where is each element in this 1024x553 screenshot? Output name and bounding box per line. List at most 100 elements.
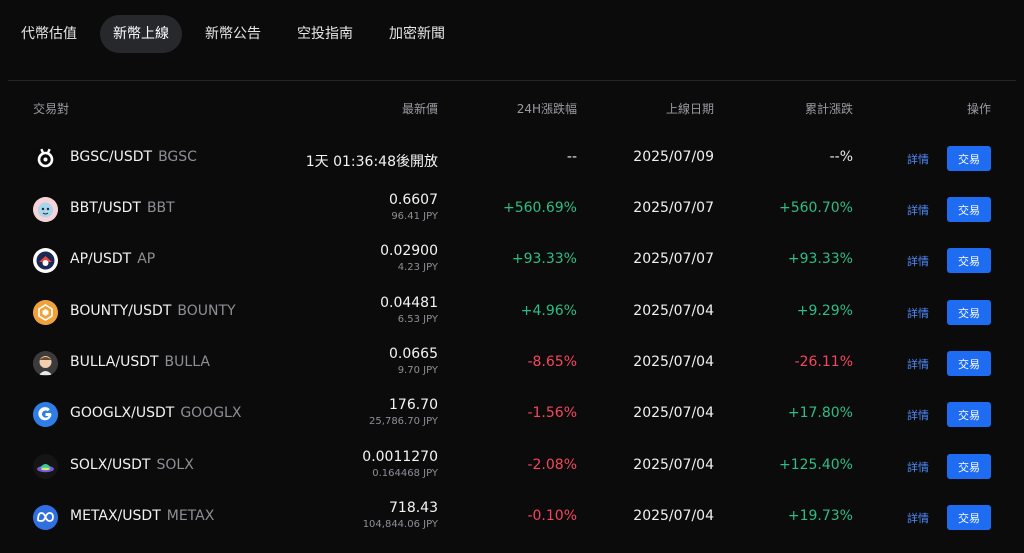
pair-name: GOOGLX/USDT [70,405,175,421]
listing-date: 2025/07/04 [633,405,714,421]
24h-change: +93.33% [511,251,577,267]
price-usdt: 0.0665 [389,346,438,362]
base-symbol: GOOGLX [180,405,242,421]
tab-crypto-news[interactable]: 加密新聞 [376,15,458,53]
table-row[interactable]: BBT/USDT BBT 0.6607 96.41 JPY +560.69% 20… [0,184,1024,235]
cumulative-change: +17.80% [787,405,853,421]
table-row[interactable]: GOOGLX/USDT GOOGLX 176.70 25,786.70 JPY -… [0,389,1024,440]
last-price: 0.6607 96.41 JPY [389,192,438,222]
table-row[interactable]: BGSC/USDT BGSC 1天 01:36:48後開放 -- 2025/07/… [0,133,1024,184]
price-jpy: 9.70 JPY [397,365,438,376]
price-usdt: 0.6607 [389,192,438,208]
solx-icon [33,454,58,479]
bounty-icon [33,300,58,325]
price-jpy: 6.53 JPY [397,314,438,325]
table-header: 交易對 最新價 24H漲跌幅 上線日期 累計漲跌 操作 [0,100,1024,116]
table-row[interactable]: METAX/USDT METAX 718.43 104,844.06 JPY -0… [0,492,1024,543]
details-link[interactable]: 詳情 [907,356,929,372]
table-row[interactable]: BULLA/USDT BULLA 0.0665 9.70 JPY -8.65% 2… [0,338,1024,389]
last-price: 0.02900 4.23 JPY [380,243,438,273]
cumulative-change: +560.70% [778,200,853,216]
pair-name: BBT/USDT [70,200,141,216]
tab-token-valuation[interactable]: 代幣估值 [8,15,90,53]
24h-change: -- [566,149,577,165]
listing-date: 2025/07/07 [633,251,714,267]
last-price: 1天 01:36:48後開放 [306,151,438,171]
header-action: 操作 [966,102,991,116]
price-jpy: 25,786.70 JPY [369,416,438,427]
details-link[interactable]: 詳情 [907,407,929,423]
base-symbol: SOLX [156,457,194,473]
details-link[interactable]: 詳情 [907,510,929,526]
pair-name: METAX/USDT [70,508,161,524]
table-row[interactable]: SOLX/USDT SOLX 0.0011270 0.164468 JPY -2.… [0,441,1024,492]
24h-change: +560.69% [502,200,577,216]
bbt-icon [33,197,58,222]
price-usdt: 0.02900 [380,243,438,259]
base-symbol: BULLA [164,354,210,370]
category-tabs: 代幣估值 新幣上線 新幣公告 空投指南 加密新聞 [8,15,468,53]
price-jpy: 104,844.06 JPY [362,519,438,530]
googlx-icon [33,402,58,427]
listing-date: 2025/07/04 [633,303,714,319]
table-row[interactable]: BOUNTY/USDT BOUNTY 0.04481 6.53 JPY +4.96… [0,287,1024,338]
trade-button[interactable]: 交易 [947,197,991,222]
trade-button[interactable]: 交易 [947,300,991,325]
bgsc-icon [33,146,58,171]
pair-name: BULLA/USDT [70,354,159,370]
metax-icon [33,505,58,530]
price-usdt: 718.43 [389,500,438,516]
details-link[interactable]: 詳情 [907,459,929,475]
24h-change: -2.08% [527,457,577,473]
bulla-icon [33,351,58,376]
header-listing-date[interactable]: 上線日期 [666,100,714,117]
pair-name: SOLX/USDT [70,457,151,473]
details-link[interactable]: 詳情 [907,202,929,218]
base-symbol: BOUNTY [177,303,236,319]
cumulative-change: -26.11% [794,354,853,370]
pair-name: BOUNTY/USDT [70,303,172,319]
price-jpy: 96.41 JPY [391,211,438,222]
last-price: 718.43 104,844.06 JPY [363,500,438,530]
trade-button[interactable]: 交易 [947,248,991,273]
pair-name: AP/USDT [70,251,132,267]
base-symbol: BBT [146,200,175,216]
cumulative-change: +19.73% [787,508,853,524]
trade-button[interactable]: 交易 [947,351,991,376]
trade-button[interactable]: 交易 [947,146,991,171]
price-jpy: 4.23 JPY [397,262,438,273]
listing-date: 2025/07/04 [633,354,714,370]
tabs-divider [8,80,1016,81]
last-price: 0.0011270 0.164468 JPY [362,449,438,479]
price-usdt: 0.04481 [380,295,438,311]
listing-date: 2025/07/07 [633,200,714,216]
pair-name: BGSC/USDT [70,149,153,165]
header-24h-change[interactable]: 24H漲跌幅 [517,100,577,117]
24h-change: +4.96% [520,303,577,319]
listing-date: 2025/07/09 [633,149,714,165]
base-symbol: METAX [166,508,215,524]
cumulative-change: --% [829,149,853,165]
table-row[interactable]: AP/USDT AP 0.02900 4.23 JPY +93.33% 2025/… [0,235,1024,286]
24h-change: -0.10% [527,508,577,524]
details-link[interactable]: 詳情 [907,305,929,321]
trade-button[interactable]: 交易 [947,402,991,427]
tab-new-listings[interactable]: 新幣上線 [100,15,182,53]
tab-airdrop-guide[interactable]: 空投指南 [284,15,366,53]
cumulative-change: +125.40% [778,457,853,473]
details-link[interactable]: 詳情 [907,253,929,269]
tab-listing-announcements[interactable]: 新幣公告 [192,15,274,53]
price-usdt: 176.70 [389,397,438,413]
trade-button[interactable]: 交易 [947,505,991,530]
cumulative-change: +9.29% [796,303,853,319]
trade-button[interactable]: 交易 [947,454,991,479]
header-price[interactable]: 最新價 [402,100,438,117]
cumulative-change: +93.33% [787,251,853,267]
listing-date: 2025/07/04 [633,508,714,524]
last-price: 0.04481 6.53 JPY [380,295,438,325]
price-usdt: 0.0011270 [362,449,438,465]
header-cumulative-change[interactable]: 累計漲跌 [805,100,853,117]
listing-date: 2025/07/04 [633,457,714,473]
header-pair: 交易對 [33,102,70,116]
details-link[interactable]: 詳情 [907,151,929,167]
